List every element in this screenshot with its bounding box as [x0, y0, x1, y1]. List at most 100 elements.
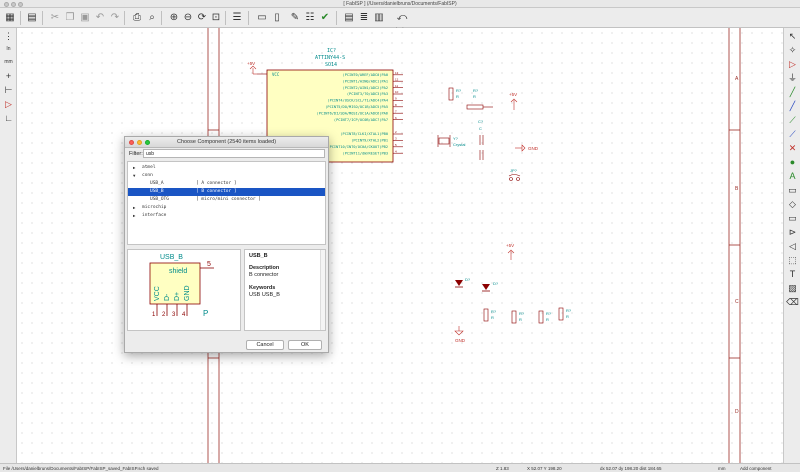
graphic-line-icon[interactable]: ⬚ — [786, 254, 799, 267]
undo-icon[interactable]: ↶ — [93, 11, 107, 25]
bus-icon[interactable]: ╱ — [786, 100, 799, 113]
preview-pin-label: VCC — [154, 286, 161, 301]
resistor-1: R? R — [448, 87, 462, 101]
collapsed-arrow-icon[interactable]: ▶ — [133, 204, 135, 212]
bus-orient-icon[interactable]: ▷ — [2, 98, 15, 111]
power-label: +5V — [506, 243, 514, 248]
toolbar-separator — [20, 11, 21, 25]
ic-pin-label: (PCINT10/INT0/OC0A/CKOUT)PB2 — [327, 145, 388, 149]
component-info-pane: USB_B Description B connector Keywords U… — [244, 249, 326, 331]
tree-row[interactable]: ▶ interface — [128, 212, 325, 220]
diode-ref: D? — [493, 281, 499, 286]
status-zoom: Z 1.83 — [496, 466, 509, 471]
preview-pin-label: D- — [164, 293, 171, 301]
cut-icon[interactable]: ✂ — [48, 11, 62, 25]
power-symbol-1: +5V — [247, 61, 257, 75]
tree-row[interactable]: USB_OTG [ micro/mini connector ] — [128, 196, 325, 204]
grid-toggle-icon[interactable]: ⋮ — [2, 30, 15, 43]
hidden-pins-icon[interactable]: ⊢ — [2, 84, 15, 97]
save-icon[interactable]: ▤ — [25, 11, 39, 25]
redo-icon[interactable]: ↷ — [108, 11, 122, 25]
collapsed-arrow-icon[interactable]: ▶ — [133, 164, 135, 172]
units-mm-icon[interactable]: mm — [2, 56, 15, 69]
zoom-fit-icon[interactable]: ⊡ — [209, 11, 223, 25]
power-symbol-3: +5V — [506, 243, 515, 260]
tree-row[interactable]: USB_A [ A connector ] — [128, 180, 325, 188]
capacitor-value: C — [479, 126, 482, 131]
library-browser-icon[interactable]: ▯ — [270, 11, 284, 25]
ic-pin-label: (PCINT6/DI/SDA/MOSI/OC1A/ADC6)PA6 — [317, 111, 388, 115]
tree-row-desc: [ B connector ] — [196, 189, 237, 194]
tree-row-name: USB_A — [150, 181, 164, 186]
status-xy: X 52.07 Y 198.20 — [527, 466, 562, 471]
delete-item-icon[interactable]: ⌫ — [786, 296, 799, 309]
zoom-out-icon[interactable]: ⊖ — [181, 11, 195, 25]
sheet-pin-icon[interactable]: ◁ — [786, 240, 799, 253]
back-icon[interactable]: ⤺ — [395, 11, 409, 25]
netlist-icon[interactable]: ☷ — [303, 11, 317, 25]
ic-pin-number: 2 — [395, 130, 397, 134]
erc-icon[interactable]: ✔ — [318, 11, 332, 25]
zoom-redraw-icon[interactable]: ⟳ — [195, 11, 209, 25]
hier-sheet-icon[interactable]: ▭ — [786, 212, 799, 225]
find-icon[interactable]: ⌕ — [145, 11, 159, 25]
filter-input[interactable]: usb — [143, 149, 325, 158]
resistor-ref: R? — [546, 311, 552, 316]
hier-label-icon[interactable]: ◇ — [786, 198, 799, 211]
tree-row[interactable]: USB_B [ B connector ] — [128, 188, 325, 196]
tree-row[interactable]: ▶ atmel — [128, 164, 325, 172]
bom-icon[interactable]: ≣ — [357, 11, 371, 25]
preview-pin-label: GND — [184, 285, 191, 301]
annotate-icon[interactable]: ✎ — [288, 11, 302, 25]
paste-icon[interactable]: ▣ — [78, 11, 92, 25]
copy-icon[interactable]: ❐ — [63, 11, 77, 25]
cancel-button[interactable]: Cancel — [246, 340, 284, 350]
units-inch-icon[interactable]: In — [2, 43, 15, 56]
tree-row[interactable]: ▶ microchip — [128, 204, 325, 212]
wire-icon[interactable]: ╱ — [786, 86, 799, 99]
wire-entry-icon[interactable]: ⟋ — [786, 114, 799, 127]
place-component-icon[interactable]: ▷ — [786, 58, 799, 71]
ic-pin-label: (PCINT11/dW/RESET)PB3 — [343, 151, 388, 155]
graphic-text-icon[interactable]: T — [786, 268, 799, 281]
image-icon[interactable]: ▨ — [786, 282, 799, 295]
net-label-icon[interactable]: A — [786, 170, 799, 183]
collapsed-arrow-icon[interactable]: ▶ — [133, 212, 135, 220]
bus-entry-icon[interactable]: ⟋ — [786, 128, 799, 141]
ic-power-pin-label: VCC — [272, 72, 280, 77]
ic-pin-number: 5 — [395, 143, 397, 147]
main-toolbar: ▦ ▤ ✂ ❐ ▣ ↶ ↷ ⎙ ⌕ ⊕ ⊖ ⟳ ⊡ ☰ ▭ ▯ ✎ ☷ ✔ ▤ … — [0, 8, 800, 31]
preview-suffix: P — [203, 309, 208, 318]
info-keywords: USB USB_B — [249, 292, 280, 298]
tree-row-desc: [ micro/mini connector ] — [196, 197, 262, 202]
no-connect-icon[interactable]: ✕ — [786, 142, 799, 155]
cursor-shape-icon[interactable]: + — [2, 70, 15, 83]
crystal-value: Crystal — [453, 142, 466, 147]
print-icon[interactable]: ⎙ — [130, 11, 144, 25]
cvpcb-icon[interactable]: ▤ — [342, 11, 356, 25]
component-tree[interactable]: ▶ atmel ▼ conn USB_A [ A connector ] USB_B [ B … — [127, 161, 326, 245]
hierarchy-icon[interactable]: ☰ — [230, 11, 244, 25]
tree-row[interactable]: ▼ conn — [128, 172, 325, 180]
ic-pin-label: (PCINT7/ICP/OC0B/ADC7)PA7 — [334, 118, 388, 122]
zoom-in-icon[interactable]: ⊕ — [167, 11, 181, 25]
info-scrollbar[interactable] — [320, 250, 325, 330]
pcbnew-icon[interactable]: ▥ — [372, 11, 386, 25]
info-description-label: Description — [249, 265, 280, 271]
highlight-net-icon[interactable]: ✧ — [786, 44, 799, 57]
new-sheet-icon[interactable]: ▦ — [3, 11, 17, 25]
angle-constraint-icon[interactable]: ∟ — [2, 112, 15, 125]
jumper-ref: JP? — [510, 168, 518, 173]
library-editor-icon[interactable]: ▭ — [255, 11, 269, 25]
status-file: File /Users/danielbruns/Documents/FabISP… — [3, 466, 159, 471]
junction-icon[interactable]: ● — [786, 156, 799, 169]
select-arrow-icon[interactable]: ↖ — [786, 30, 799, 43]
place-power-icon[interactable]: ⏚ — [786, 72, 799, 85]
ok-button[interactable]: OK — [288, 340, 322, 350]
import-sheet-pin-icon[interactable]: ⊳ — [786, 226, 799, 239]
global-label-icon[interactable]: ▭ — [786, 184, 799, 197]
ic-pin-label: (PCINT3/T0/ADC3)PA3 — [347, 92, 388, 96]
dialog-title: Choose Component (2540 items loaded) — [176, 139, 277, 145]
usb-b-symbol: USB_B shield 5 VCC D- D+ GND 1 2 3 4 P — [149, 254, 214, 318]
expanded-arrow-icon[interactable]: ▼ — [133, 172, 135, 180]
